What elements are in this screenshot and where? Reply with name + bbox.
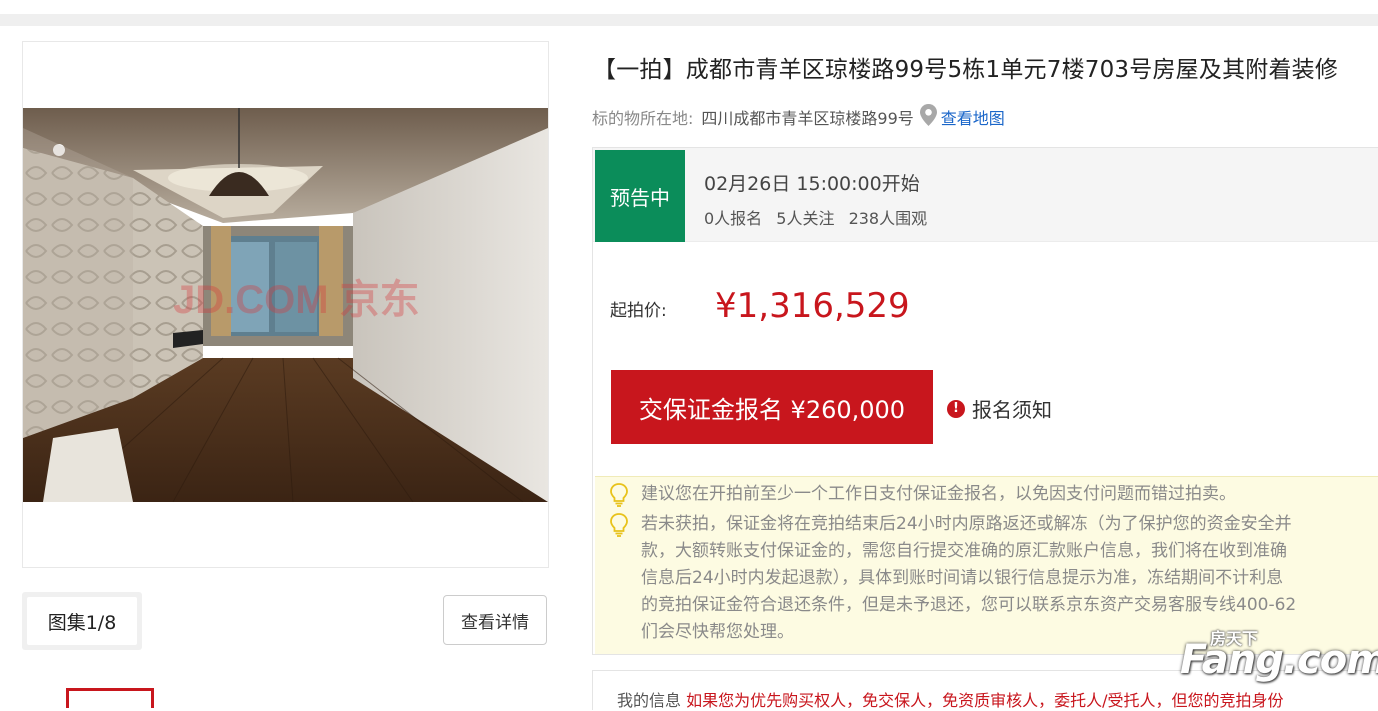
tip-text-line: 的竞拍保证金符合退还条件，但是未予退还，您可以联系京东资产交易客服专线400-6… [641, 595, 1297, 615]
auction-panel: 预告中 02月26日 15:00:00开始 0人报名 5人关注 238人围观 起… [592, 147, 1378, 655]
alert-icon: ! [947, 399, 965, 418]
top-bar [0, 14, 1378, 26]
view-map-link[interactable]: 查看地图 [941, 105, 1005, 129]
auction-stats: 0人报名 5人关注 238人围观 [704, 205, 936, 229]
registration-notice-label: 报名须知 [972, 398, 1052, 422]
auction-status-row: 预告中 02月26日 15:00:00开始 0人报名 5人关注 238人围观 [593, 148, 1378, 242]
tip-text-line: 信息后24小时内发起退款），具体到账时间请以银行信息提示为准，冻结期间不计利息 [641, 568, 1284, 588]
photo-gallery[interactable]: JD.COM 京东 [22, 41, 549, 568]
viewer-count: 238人围观 [848, 209, 928, 228]
lightbulb-icon [609, 513, 629, 546]
fang-watermark-logo: 房天下 Fang.com [1176, 625, 1378, 695]
property-photo[interactable]: JD.COM 京东 [23, 108, 548, 502]
location-label: 标的物所在地: [592, 109, 694, 128]
fang-watermark-big: Fang.com [1180, 637, 1378, 683]
tip-text-line: 款，大额转账支付保证金的，需您自行提交准确的原汇款账户信息，我们将在收到准确 [641, 541, 1287, 561]
signup-count: 0人报名 [704, 209, 763, 228]
photo-watermark: JD.COM 京东 [173, 278, 420, 322]
follower-count: 5人关注 [776, 209, 835, 228]
status-badge: 预告中 [595, 150, 685, 242]
tip-text-line: 若未获拍，保证金将在竞拍结束后24小时内原路返还或解冻（为了保护您的资金安全并 [641, 514, 1292, 534]
map-pin-icon [919, 104, 937, 130]
tip-item: 建议您在开拍前至少一个工作日支付保证金报名，以免因支付问题而错过拍卖。 [609, 481, 1378, 508]
location-value: 四川成都市青羊区琼楼路99号 [701, 109, 914, 128]
thumbnail-selected-frame[interactable] [66, 688, 154, 708]
room-image: JD.COM 京东 [23, 108, 548, 502]
pay-deposit-register-button[interactable]: 交保证金报名 ¥260,000 [611, 370, 933, 444]
starting-price: ¥1,316,529 [715, 286, 910, 326]
location-line: 标的物所在地: 四川成都市青羊区琼楼路99号 查看地图 [592, 104, 1005, 130]
starting-price-label: 起拍价: [610, 301, 667, 321]
registration-notice-link[interactable]: ! 报名须知 [947, 394, 1052, 423]
album-counter-tab[interactable]: 图集1/8 [22, 592, 142, 650]
listing-title: 【一拍】成都市青羊区琼楼路99号5栋1单元7楼703号房屋及其附着装修 [593, 57, 1339, 83]
auction-start-time: 02月26日 15:00:00开始 [704, 173, 920, 195]
view-details-button[interactable]: 查看详情 [443, 595, 547, 645]
tip-text: 建议您在开拍前至少一个工作日支付保证金报名，以免因支付问题而错过拍卖。 [641, 484, 1236, 504]
album-counter-label: 图集1/8 [27, 597, 137, 645]
my-info-label: 我的信息 [617, 691, 682, 710]
